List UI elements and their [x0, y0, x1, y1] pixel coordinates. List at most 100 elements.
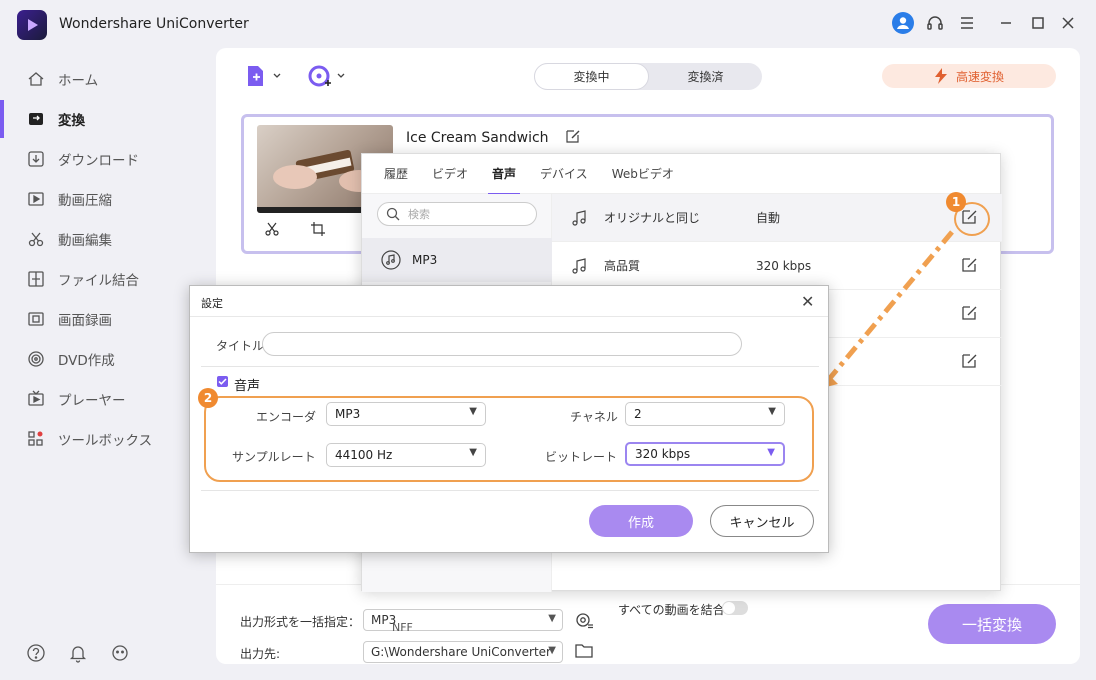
add-dvd-button[interactable]: [308, 62, 346, 90]
merge-toggle[interactable]: [722, 601, 748, 615]
card-tools: [264, 221, 326, 241]
tab-converting[interactable]: 変換中: [534, 63, 649, 90]
add-file-button[interactable]: [244, 62, 282, 90]
title-label: タイトル: [216, 339, 265, 353]
dialog-close-icon[interactable]: ✕: [801, 292, 814, 311]
create-button[interactable]: 作成: [589, 505, 693, 537]
settings-dialog: 設定 ✕ タイトル 音声 2 エンコーダ MP3 ▼ チャネル 2 ▼ サンプル…: [189, 285, 829, 553]
preset-value: 320 kbps: [756, 258, 812, 273]
chevron-down-icon: ▼: [469, 406, 477, 417]
audio-checkbox[interactable]: [217, 376, 228, 387]
format-search-input[interactable]: 検索: [377, 202, 537, 226]
sidebar-item-label: ファイル結合: [58, 273, 139, 289]
add-dvd-icon: [308, 65, 331, 87]
output-dir-select[interactable]: G:\Wondershare UniConverter ▼: [363, 641, 563, 663]
toolbox-icon: [26, 429, 46, 449]
edit-preset-icon[interactable]: [960, 304, 978, 325]
merge-icon: [26, 269, 46, 289]
convert-all-button[interactable]: 一括変換: [928, 604, 1056, 644]
encoder-select[interactable]: MP3 ▼: [326, 402, 486, 426]
format-settings-icon[interactable]: [574, 610, 594, 634]
sidebar-item-convert[interactable]: 変換: [0, 100, 210, 138]
sidebar-item-screen-record[interactable]: 画面録画: [0, 300, 210, 338]
app-logo-icon: [17, 10, 47, 40]
feedback-icon[interactable]: [110, 643, 130, 667]
divider: [201, 366, 819, 367]
title-input[interactable]: [262, 332, 742, 356]
sample-rate-label: サンプルレート: [232, 450, 316, 464]
headset-icon[interactable]: [923, 11, 947, 35]
tab-web-video[interactable]: Webビデオ: [612, 165, 674, 182]
step-badge-2: 2: [198, 388, 218, 408]
format-item-label: MP3: [412, 253, 438, 267]
preset-row[interactable]: オリジナルと同じ 自動: [552, 194, 1002, 242]
edit-preset-icon[interactable]: [960, 256, 978, 277]
output-dir-label: 出力先:: [240, 647, 281, 661]
dvd-icon: [26, 349, 46, 369]
chevron-down-icon: ▼: [469, 447, 477, 458]
close-icon[interactable]: [1056, 11, 1080, 35]
lightning-icon: [934, 68, 947, 84]
channel-value: 2: [634, 407, 642, 421]
edit-preset-icon[interactable]: [960, 352, 978, 373]
user-icon[interactable]: [891, 11, 915, 35]
status-tabs: 変換中 変換済: [534, 63, 762, 90]
sidebar-item-download[interactable]: ダウンロード: [0, 140, 210, 178]
sidebar-item-player[interactable]: プレーヤー: [0, 380, 210, 418]
preset-name: 高品質: [604, 259, 641, 273]
sample-rate-select[interactable]: 44100 Hz ▼: [326, 443, 486, 467]
minimize-icon[interactable]: [994, 11, 1018, 35]
sidebar-item-label: 動画編集: [58, 233, 112, 249]
bitrate-select[interactable]: 320 kbps ▼: [625, 442, 785, 466]
tab-converted[interactable]: 変換済: [649, 63, 762, 90]
tab-device[interactable]: デバイス: [540, 165, 588, 182]
sidebar-item-toolbox[interactable]: ツールボックス: [0, 420, 210, 458]
music-note-icon: [570, 257, 588, 278]
sidebar-item-compress[interactable]: 動画圧縮: [0, 180, 210, 218]
player-icon: [26, 389, 46, 409]
help-icon[interactable]: [26, 643, 46, 667]
chevron-down-icon: [337, 73, 345, 78]
tab-audio[interactable]: 音声: [488, 165, 521, 195]
bell-icon[interactable]: [68, 643, 88, 667]
sidebar-item-dvd[interactable]: DVD作成: [0, 340, 210, 378]
convert-icon: [26, 109, 46, 129]
dialog-title: 設定: [201, 297, 223, 310]
sidebar-item-home[interactable]: ホーム: [0, 60, 210, 98]
high-speed-button[interactable]: 高速変換: [882, 64, 1056, 88]
music-note-icon: [570, 209, 588, 230]
chevron-down-icon: ▼: [767, 447, 775, 458]
file-name: Ice Cream Sandwich: [406, 128, 581, 146]
crop-icon[interactable]: [310, 221, 326, 241]
encoder-label: エンコーダ: [256, 410, 317, 424]
title-bar: Wondershare UniConverter: [0, 0, 1096, 50]
tab-video[interactable]: ビデオ: [432, 165, 468, 182]
sidebar-item-merge[interactable]: ファイル結合: [0, 260, 210, 298]
preset-name: オリジナルと同じ: [604, 211, 701, 225]
file-name-text: Ice Cream Sandwich: [406, 130, 549, 146]
screen-record-icon: [26, 309, 46, 329]
sidebar-item-label: プレーヤー: [58, 393, 126, 409]
bitrate-label: ビットレート: [545, 450, 618, 464]
search-icon: [386, 207, 400, 221]
divider: [201, 490, 819, 491]
chevron-down-icon: ▼: [768, 406, 776, 417]
trim-icon[interactable]: [264, 221, 280, 241]
tab-history[interactable]: 履歴: [384, 165, 408, 182]
sidebar-item-edit[interactable]: 動画編集: [0, 220, 210, 258]
format-item-mp3[interactable]: MP3: [362, 238, 552, 282]
format-tabs: 履歴 ビデオ 音声 デバイス Webビデオ: [362, 154, 1000, 195]
maximize-icon[interactable]: [1026, 11, 1050, 35]
rename-icon: [566, 130, 580, 143]
sidebar-item-label: ダウンロード: [58, 153, 139, 169]
merge-all-label: すべての動画を結合: [618, 603, 725, 617]
sidebar-item-label: 画面録画: [58, 313, 112, 329]
channel-select[interactable]: 2 ▼: [625, 402, 785, 426]
format-item-partial[interactable]: NFF: [392, 621, 413, 634]
app-title: Wondershare UniConverter: [59, 16, 249, 32]
folder-icon[interactable]: [574, 642, 594, 664]
cancel-button[interactable]: キャンセル: [710, 505, 814, 537]
preset-row[interactable]: 高品質 320 kbps: [552, 242, 1002, 290]
sidebar-item-label: ホーム: [58, 73, 99, 89]
menu-icon[interactable]: [955, 11, 979, 35]
